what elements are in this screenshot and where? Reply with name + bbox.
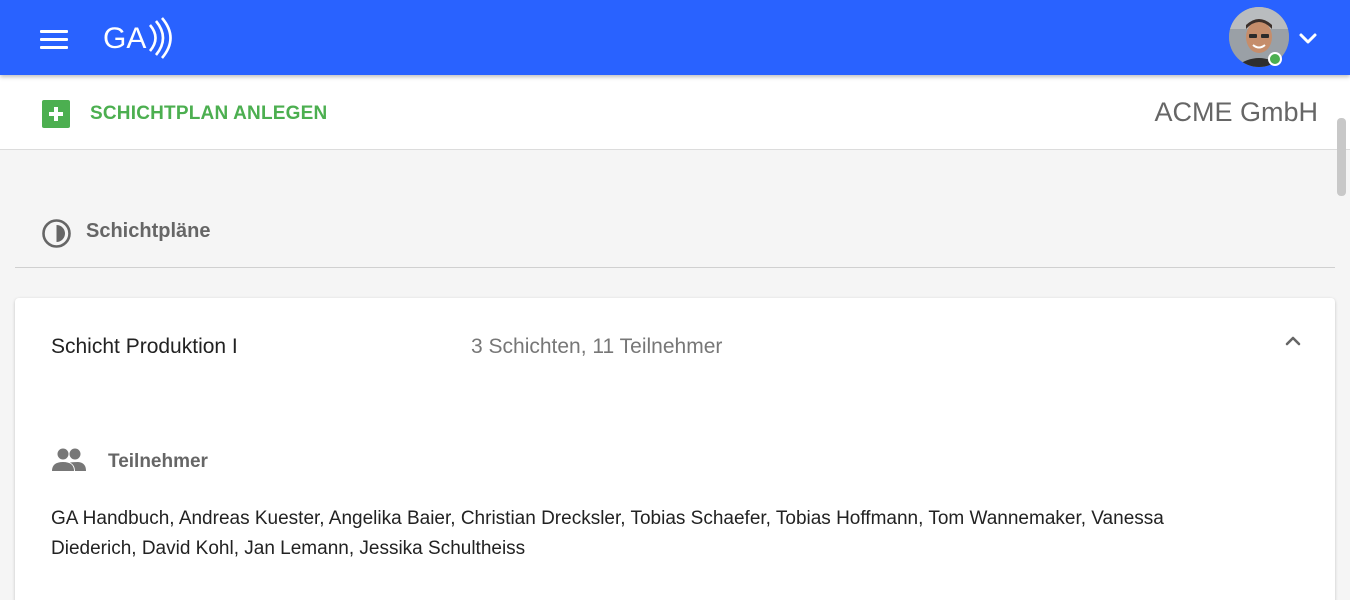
logo-text: GA xyxy=(103,22,146,55)
hamburger-menu-icon[interactable] xyxy=(36,25,72,53)
plus-box-icon xyxy=(42,100,70,128)
section-header: Schichtpläne xyxy=(15,196,1335,268)
shift-plan-card[interactable]: Schicht Produktion I 3 Schichten, 11 Tei… xyxy=(15,298,1335,600)
half-circle-icon xyxy=(41,218,72,249)
app-bar: GA xyxy=(0,0,1350,75)
shift-plan-summary: 3 Schichten, 11 Teilnehmer xyxy=(471,335,723,358)
chevron-down-icon[interactable] xyxy=(1296,26,1320,50)
section-title: Schichtpläne xyxy=(86,220,211,242)
create-shift-plan-label: SCHICHTPLAN ANLEGEN xyxy=(90,103,328,124)
online-status-indicator xyxy=(1268,52,1282,66)
shift-plan-name: Schicht Produktion I xyxy=(51,335,238,358)
chevron-up-icon[interactable] xyxy=(1281,329,1305,353)
action-bar: SCHICHTPLAN ANLEGEN ACME GmbH xyxy=(0,75,1350,150)
create-shift-plan-button[interactable]: SCHICHTPLAN ANLEGEN xyxy=(42,99,327,129)
ga-logo[interactable]: GA xyxy=(103,15,175,61)
scrollbar-thumb[interactable] xyxy=(1337,118,1346,196)
participants-label: Teilnehmer xyxy=(108,451,208,472)
company-name: ACME GmbH xyxy=(1154,97,1318,127)
participants-list: GA Handbuch, Andreas Kuester, Angelika B… xyxy=(51,508,1164,559)
people-icon xyxy=(51,446,87,474)
